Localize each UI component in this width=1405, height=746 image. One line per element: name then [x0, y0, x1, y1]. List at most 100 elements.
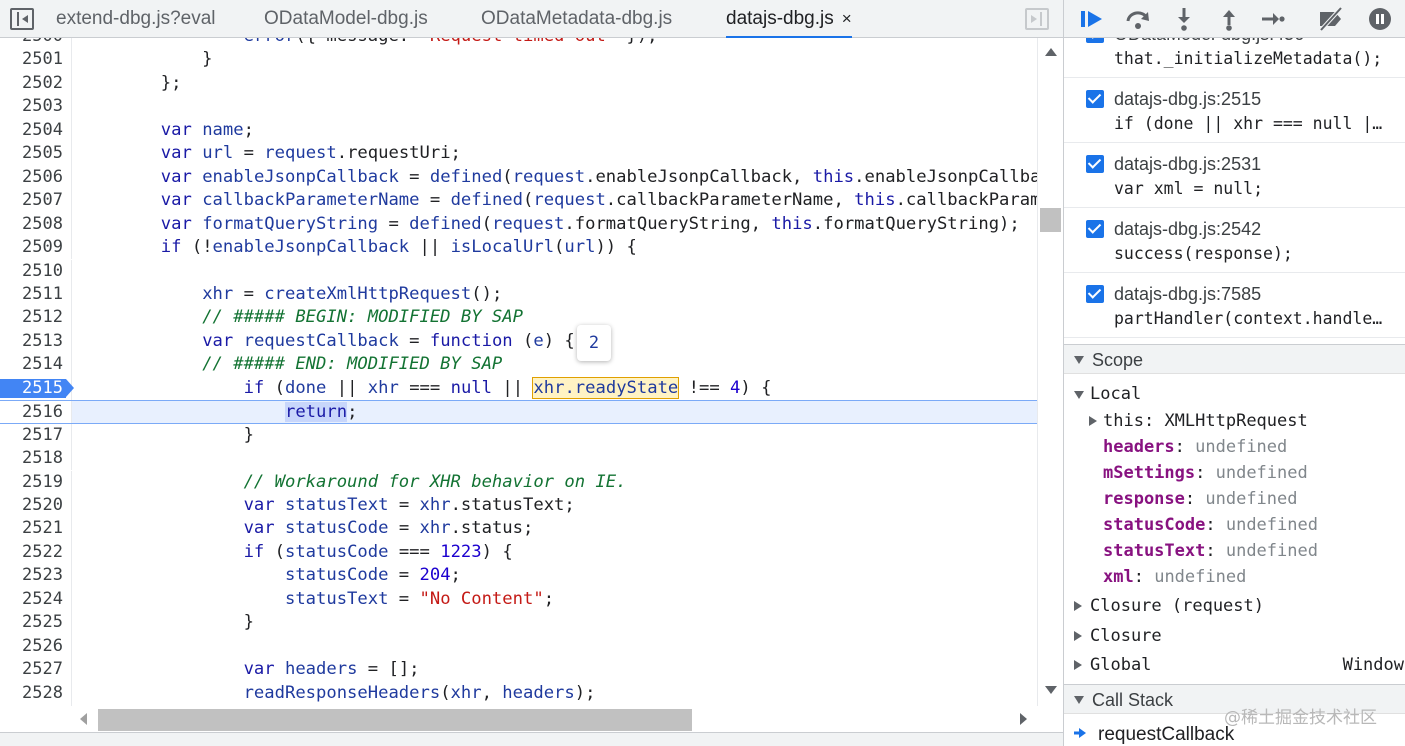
line-number-gutter[interactable]: 2511 [0, 282, 72, 307]
code-line[interactable]: 2523 statusCode = 204; [0, 564, 1037, 588]
step-into-icon[interactable] [1170, 6, 1198, 32]
line-number-gutter[interactable]: 2522 [0, 540, 72, 565]
line-number-gutter[interactable]: 2512 [0, 306, 72, 330]
breakpoint-checkbox[interactable] [1086, 220, 1104, 238]
line-number-gutter[interactable]: 2505 [0, 142, 72, 166]
line-number-gutter[interactable]: 2513 [0, 329, 72, 354]
line-number-gutter[interactable]: 2507 [0, 189, 72, 213]
code-line[interactable]: 2526 [0, 634, 1037, 659]
step-over-icon[interactable] [1124, 6, 1152, 32]
line-number-gutter[interactable]: 2500 [0, 38, 72, 49]
code-line[interactable]: 2517 } [0, 423, 1037, 448]
line-number-gutter[interactable]: 2503 [0, 95, 72, 119]
pause-on-exceptions-icon[interactable] [1366, 6, 1394, 32]
breakpoint-item[interactable]: datajs-dbg.js:2515 if (done || xhr === nu… [1064, 78, 1405, 143]
step-icon[interactable] [1259, 6, 1287, 32]
code-line[interactable]: 2513 var requestCallback = function (e) … [0, 329, 1037, 354]
breakpoint-checkbox[interactable] [1086, 155, 1104, 173]
code-line[interactable]: 2507 var callbackParameterName = defined… [0, 189, 1037, 213]
code-line[interactable]: 2524 statusText = "No Content"; [0, 587, 1037, 612]
code-line[interactable]: 2500 error({ message: "Request timed out… [0, 38, 1037, 49]
line-number-gutter[interactable]: 2527 [0, 658, 72, 682]
code-line[interactable]: 2505 var url = request.requestUri; [0, 142, 1037, 166]
line-number-gutter[interactable]: 2510 [0, 259, 72, 283]
scope-closure[interactable]: Closure [1064, 623, 1405, 649]
line-number-gutter[interactable]: 2519 [0, 470, 72, 494]
line-number-gutter[interactable]: 2516 [0, 401, 72, 423]
code-line[interactable]: 2518 [0, 447, 1037, 471]
line-number-gutter[interactable]: 2517 [0, 423, 72, 448]
scrollbar-thumb[interactable] [1040, 208, 1061, 232]
vertical-scrollbar[interactable] [1037, 38, 1063, 706]
scope-variable[interactable]: xml: undefined [1064, 564, 1405, 590]
line-number-gutter[interactable]: 2524 [0, 587, 72, 612]
line-number-gutter[interactable]: 2506 [0, 165, 72, 190]
code-line[interactable]: 2520 var statusText = xhr.statusText; [0, 494, 1037, 518]
line-number-gutter[interactable]: 2528 [0, 681, 72, 705]
scrollbar-thumb[interactable] [98, 709, 692, 731]
line-number-gutter[interactable]: 2501 [0, 48, 72, 72]
code-line[interactable]: 2503 [0, 95, 1037, 119]
code-line[interactable]: 2525 } [0, 611, 1037, 635]
scope-this[interactable]: this: XMLHttpRequest [1064, 408, 1405, 434]
scope-closure-request[interactable]: Closure (request) [1064, 593, 1405, 619]
scroll-up-icon[interactable] [1045, 48, 1057, 56]
tab-odatamodel-dbg[interactable]: ODataModel-dbg.js [264, 0, 428, 38]
code-line[interactable]: 2506 var enableJsonpCallback = defined(r… [0, 165, 1037, 190]
breakpoint-item[interactable]: datajs-dbg.js:7585 partHandler(context.ha… [1064, 273, 1405, 338]
code-line[interactable]: 2527 var headers = []; [0, 658, 1037, 682]
code-line[interactable]: 2521 var statusCode = xhr.status; [0, 517, 1037, 541]
scope-global[interactable]: Global Window [1064, 652, 1405, 678]
line-number-gutter[interactable]: 2526 [0, 634, 72, 659]
line-number-gutter[interactable]: 2509 [0, 236, 72, 260]
breakpoint-item[interactable]: ODataModel-dbg.js:456 that._initializeMet… [1064, 38, 1405, 78]
sidebar-right-icon[interactable] [1025, 8, 1049, 30]
breakpoint-checkbox[interactable] [1086, 90, 1104, 108]
scope-local[interactable]: Local [1064, 381, 1405, 407]
horizontal-scrollbar[interactable] [72, 706, 1037, 732]
breakpoint-checkbox[interactable] [1086, 38, 1104, 43]
scroll-right-icon[interactable] [1020, 713, 1027, 725]
tab-datajs-dbg[interactable]: datajs-dbg.js × [726, 0, 852, 38]
code-line-current[interactable]: 2516 return; [0, 400, 1037, 424]
code-view[interactable]: 2500 error({ message: "Request timed out… [0, 38, 1037, 706]
code-line[interactable]: 2509 if (!enableJsonpCallback || isLocal… [0, 236, 1037, 260]
scope-variable[interactable]: response: undefined [1064, 486, 1405, 512]
code-line[interactable]: 2502 }; [0, 71, 1037, 96]
scope-variable[interactable]: statusText: undefined [1064, 538, 1405, 564]
line-number-gutter[interactable]: 2504 [0, 118, 72, 143]
line-number-gutter[interactable]: 2523 [0, 564, 72, 588]
tab-extend-dbg[interactable]: extend-dbg.js?eval [56, 0, 216, 38]
scope-section-header[interactable]: Scope [1064, 344, 1405, 374]
scroll-down-icon[interactable] [1045, 686, 1057, 694]
scope-variable[interactable]: mSettings: undefined [1064, 460, 1405, 486]
code-line[interactable]: 2514 // ##### END: MODIFIED BY SAP [0, 353, 1037, 377]
line-number-gutter[interactable]: 2518 [0, 447, 72, 471]
code-line[interactable]: 2504 var name; [0, 118, 1037, 143]
deactivate-breakpoints-icon[interactable] [1317, 6, 1345, 32]
code-line[interactable]: 2510 [0, 259, 1037, 283]
close-icon[interactable]: × [842, 9, 852, 28]
breakpoint-item[interactable]: datajs-dbg.js:2531 var xml = null; [1064, 143, 1405, 208]
line-number-gutter[interactable]: 2515 [0, 376, 74, 401]
line-number-gutter[interactable]: 2508 [0, 212, 72, 236]
line-number-gutter[interactable]: 2502 [0, 71, 72, 96]
line-number-gutter[interactable]: 2525 [0, 611, 72, 635]
code-line-breakpoint[interactable]: 2515 if (done || xhr === null || xhr.rea… [0, 376, 1037, 401]
resume-icon[interactable] [1078, 6, 1106, 32]
line-number-gutter[interactable]: 2529 [0, 705, 72, 706]
sidebar-left-icon[interactable] [10, 8, 34, 30]
code-line[interactable]: 2519 // Workaround for XHR behavior on I… [0, 470, 1037, 494]
step-out-icon[interactable] [1215, 6, 1243, 32]
breakpoint-checkbox[interactable] [1086, 285, 1104, 303]
line-number-gutter[interactable]: 2521 [0, 517, 72, 541]
breakpoint-item[interactable]: datajs-dbg.js:2542 success(response); [1064, 208, 1405, 273]
scroll-left-icon[interactable] [80, 713, 87, 725]
code-line[interactable]: 2508 var formatQueryString = defined(req… [0, 212, 1037, 236]
scope-variable[interactable]: statusCode: undefined [1064, 512, 1405, 538]
code-line[interactable]: 2522 if (statusCode === 1223) { [0, 540, 1037, 565]
code-line[interactable]: 2511 xhr = createXmlHttpRequest(); [0, 282, 1037, 307]
line-number-gutter[interactable]: 2514 [0, 353, 72, 377]
code-line[interactable]: 2501 } [0, 48, 1037, 72]
code-line[interactable]: 2528 readResponseHeaders(xhr, headers); [0, 681, 1037, 705]
